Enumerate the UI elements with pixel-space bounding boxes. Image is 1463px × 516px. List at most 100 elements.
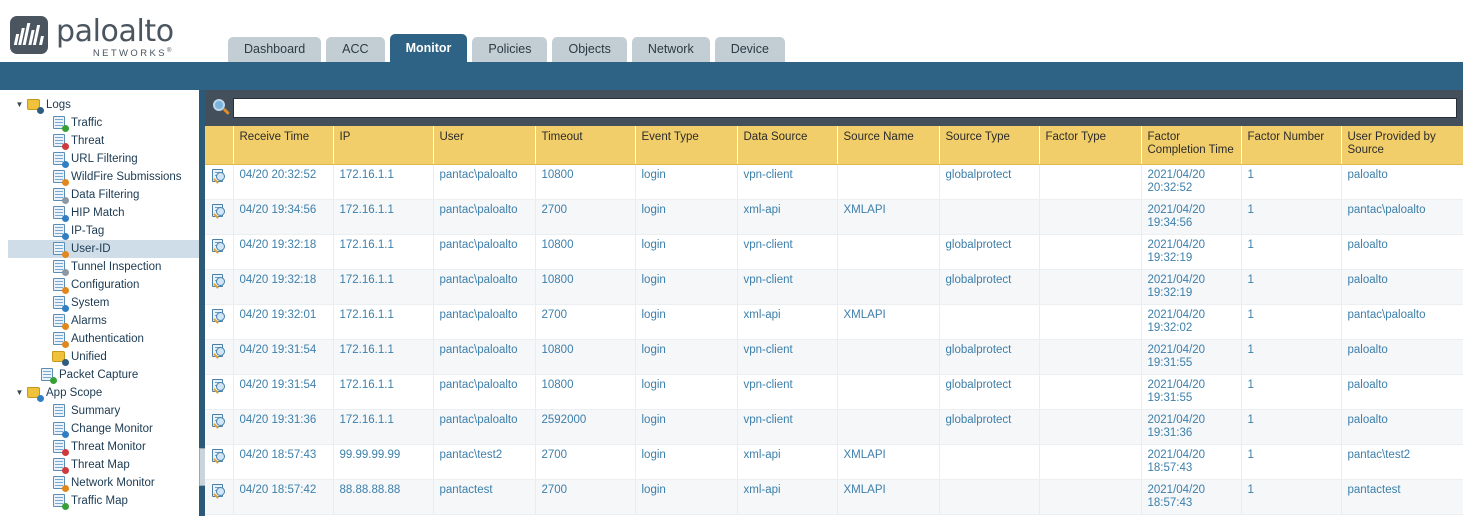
table-row[interactable]: 04/20 19:32:18 172.16.1.1 pantac\paloalto 1… xyxy=(205,234,1463,270)
sidebar-item-summary[interactable]: Summary xyxy=(8,402,204,420)
cell-factor_number: 1 xyxy=(1241,444,1342,480)
tab-acc[interactable]: ACC xyxy=(326,37,385,62)
cell-user: pantac\paloalto xyxy=(433,199,536,235)
column-header-factor_type[interactable]: Factor Type xyxy=(1039,126,1142,165)
table-row[interactable]: 04/20 19:31:54 172.16.1.1 pantac\paloalto 1… xyxy=(205,339,1463,375)
sidebar-item-data-filtering[interactable]: Data Filtering xyxy=(8,186,204,204)
sidebar-item-change-monitor[interactable]: Change Monitor xyxy=(8,420,204,438)
log-detail-cell[interactable] xyxy=(205,339,234,375)
sidebar-item-unified[interactable]: Unified xyxy=(8,348,204,366)
log-detail-icon[interactable] xyxy=(211,413,229,430)
sidebar-item-hip-match[interactable]: HIP Match xyxy=(8,204,204,222)
table-row[interactable]: 04/20 18:57:42 88.88.88.88 pantactest 2700 l… xyxy=(205,479,1463,515)
table-row[interactable]: 04/20 19:32:01 172.16.1.1 pantac\paloalto 2… xyxy=(205,304,1463,340)
sidebar-item-ip-tag[interactable]: IP-Tag xyxy=(8,222,204,240)
sidebar-item-label: Data Filtering xyxy=(71,189,140,201)
column-header-source_type[interactable]: Source Type xyxy=(939,126,1040,165)
cell-factor_completion_time: 2021/04/20 19:32:02 xyxy=(1141,304,1242,340)
paloalto-logo: paloalto NETWORKS® xyxy=(10,16,174,59)
search-input[interactable] xyxy=(233,98,1457,118)
cell-source_type: globalprotect xyxy=(939,234,1040,270)
sidebar-item-packet-capture[interactable]: Packet Capture xyxy=(8,366,204,384)
column-header-user[interactable]: User xyxy=(433,126,536,165)
sidebar-item-logs[interactable]: ▼ Logs xyxy=(8,96,204,114)
sidebar-item-system[interactable]: System xyxy=(8,294,204,312)
sidebar-item-authentication[interactable]: Authentication xyxy=(8,330,204,348)
sidebar-item-network-monitor[interactable]: Network Monitor xyxy=(8,474,204,492)
table-row[interactable]: 04/20 19:31:36 172.16.1.1 pantac\paloalto 2… xyxy=(205,409,1463,445)
log-detail-icon[interactable] xyxy=(211,448,229,465)
sidebar-item-url-filtering[interactable]: URL Filtering xyxy=(8,150,204,168)
table-row[interactable]: 04/20 20:32:52 172.16.1.1 pantac\paloalto 1… xyxy=(205,164,1463,200)
search-icon[interactable] xyxy=(209,96,233,120)
cell-receive_time: 04/20 19:31:54 xyxy=(233,374,334,410)
cell-factor_number: 1 xyxy=(1241,199,1342,235)
table-row[interactable]: 04/20 19:31:54 172.16.1.1 pantac\paloalto 1… xyxy=(205,374,1463,410)
column-header-source_name[interactable]: Source Name xyxy=(837,126,940,165)
chevron-down-icon[interactable]: ▼ xyxy=(13,384,26,402)
cell-source_name xyxy=(837,374,940,410)
sidebar-item-threat[interactable]: Threat xyxy=(8,132,204,150)
column-header-data_source[interactable]: Data Source xyxy=(737,126,838,165)
log-detail-cell[interactable] xyxy=(205,269,234,305)
sidebar-item-threat-monitor[interactable]: Threat Monitor xyxy=(8,438,204,456)
column-header-factor_completion_time[interactable]: Factor Completion Time xyxy=(1141,126,1242,165)
tab-dashboard[interactable]: Dashboard xyxy=(228,37,322,62)
cell-factor_type xyxy=(1039,444,1142,480)
tab-monitor[interactable]: Monitor xyxy=(389,34,468,62)
log-detail-cell[interactable] xyxy=(205,479,234,515)
sidebar-item-alarms[interactable]: Alarms xyxy=(8,312,204,330)
sidebar-item-traffic-map[interactable]: Traffic Map xyxy=(8,492,204,510)
sidebar-item-wildfire-submissions[interactable]: WildFire Submissions xyxy=(8,168,204,186)
tab-device[interactable]: Device xyxy=(714,37,785,62)
packet-capture-icon xyxy=(39,368,57,384)
log-detail-icon[interactable] xyxy=(211,238,229,255)
sidebar-item-threat-map[interactable]: Threat Map xyxy=(8,456,204,474)
cell-factor_type xyxy=(1039,164,1142,200)
table-row[interactable]: 04/20 19:34:56 172.16.1.1 pantac\paloalto 2… xyxy=(205,199,1463,235)
log-detail-icon[interactable] xyxy=(211,378,229,395)
sidebar-item-label: WildFire Submissions xyxy=(71,171,182,183)
app-scope-folder-icon xyxy=(26,386,44,402)
column-header-event_type[interactable]: Event Type xyxy=(635,126,738,165)
cell-factor_type xyxy=(1039,199,1142,235)
table-row[interactable]: 04/20 19:32:18 172.16.1.1 pantac\paloalto 1… xyxy=(205,269,1463,305)
log-detail-cell[interactable] xyxy=(205,304,234,340)
sidebar-item-app-scope[interactable]: ▼ App Scope xyxy=(8,384,204,402)
tab-policies[interactable]: Policies xyxy=(472,37,548,62)
sidebar-item-configuration[interactable]: Configuration xyxy=(8,276,204,294)
column-header-timeout[interactable]: Timeout xyxy=(535,126,636,165)
table-row[interactable]: 04/20 18:57:43 99.99.99.99 pantac\test2 270… xyxy=(205,444,1463,480)
log-detail-icon[interactable] xyxy=(211,168,229,185)
log-detail-cell[interactable] xyxy=(205,444,234,480)
log-detail-cell[interactable] xyxy=(205,199,234,235)
cell-factor_type xyxy=(1039,339,1142,375)
folder-docs-icon xyxy=(26,98,44,114)
column-header-user_provided_by_source[interactable]: User Provided by Source xyxy=(1341,126,1463,165)
column-header-receive_time[interactable]: Receive Time xyxy=(233,126,334,165)
sidebar-item-traffic[interactable]: Traffic xyxy=(8,114,204,132)
column-header-factor_number[interactable]: Factor Number xyxy=(1241,126,1342,165)
log-detail-cell[interactable] xyxy=(205,234,234,270)
sidebar-item-user-id[interactable]: User-ID xyxy=(8,240,204,258)
tab-objects[interactable]: Objects xyxy=(552,37,627,62)
sidebar-item-label: IP-Tag xyxy=(71,225,105,237)
column-header-ip[interactable]: IP xyxy=(333,126,434,165)
user-id-log-table-container[interactable]: Receive Time IP User Timeout Event Type Data … xyxy=(205,126,1463,516)
log-detail-icon[interactable] xyxy=(211,273,229,290)
log-detail-cell[interactable] xyxy=(205,409,234,445)
log-detail-icon[interactable] xyxy=(211,343,229,360)
cell-user_provided_by_source: paloalto xyxy=(1341,339,1463,375)
tab-network[interactable]: Network xyxy=(631,37,710,62)
log-detail-icon[interactable] xyxy=(211,203,229,220)
chevron-down-icon[interactable]: ▼ xyxy=(13,96,26,114)
log-detail-cell[interactable] xyxy=(205,164,234,200)
cell-source_name: XMLAPI xyxy=(837,444,940,480)
log-detail-icon[interactable] xyxy=(211,308,229,325)
log-detail-cell[interactable] xyxy=(205,374,234,410)
traffic-map-icon xyxy=(51,494,69,510)
cell-factor_number: 1 xyxy=(1241,304,1342,340)
log-detail-icon[interactable] xyxy=(211,483,229,500)
sidebar-item-tunnel-inspection[interactable]: Tunnel Inspection xyxy=(8,258,204,276)
column-header-detail[interactable] xyxy=(205,126,234,165)
